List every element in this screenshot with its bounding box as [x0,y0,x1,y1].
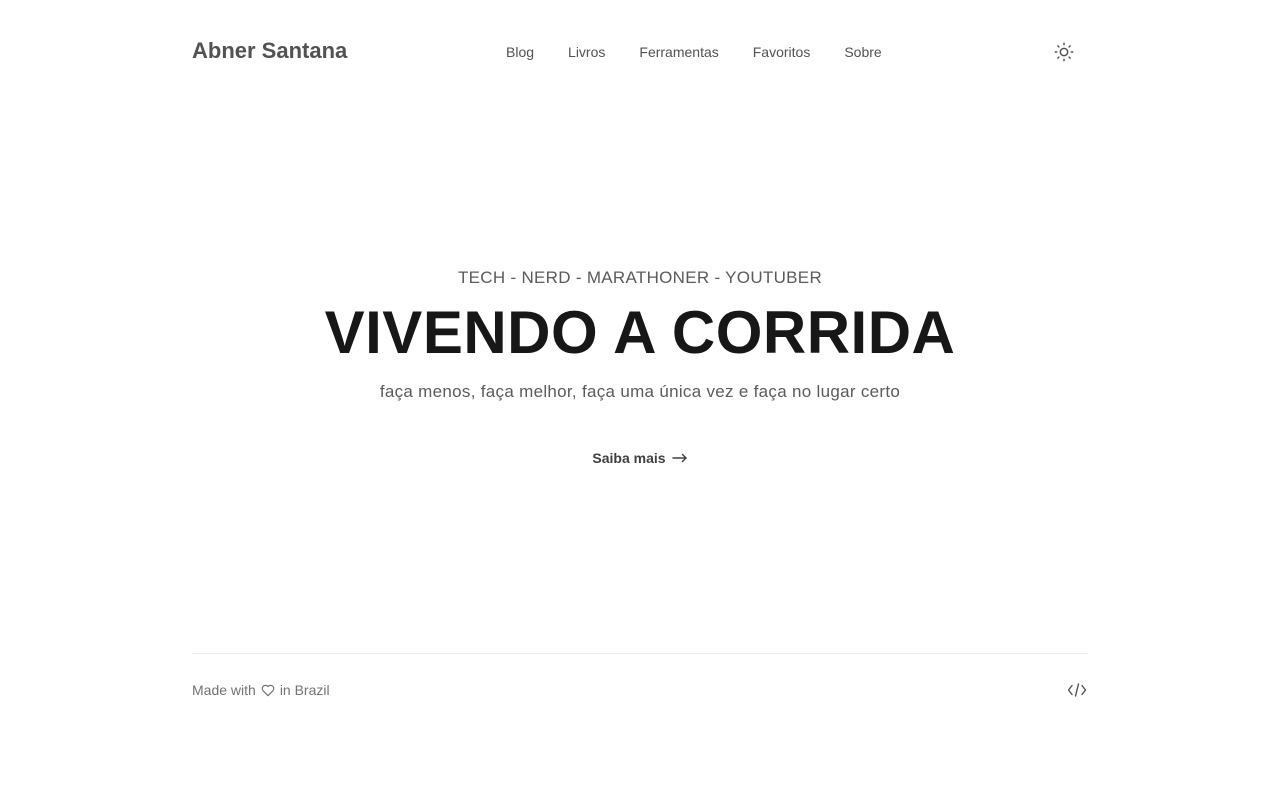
cta-container: Saiba mais [0,448,1280,468]
sun-icon [1054,42,1074,62]
nav-item-livros[interactable]: Livros [568,42,605,62]
nav-item-favoritos[interactable]: Favoritos [753,42,811,62]
page: Abner Santana Blog Livros Ferramentas Fa… [0,0,1280,800]
saiba-mais-label: Saiba mais [592,450,666,466]
main-nav: Blog Livros Ferramentas Favoritos Sobre [506,42,882,62]
footer-divider [192,653,1088,654]
hero-tagline: TECH - NERD - MARATHONER - YOUTUBER [457,268,823,287]
site-title-link[interactable]: Abner Santana [192,36,347,66]
hero-subtitle: faça menos, faça melhor, faça uma única … [379,382,901,401]
heart-icon [261,684,275,697]
nav-item-ferramentas[interactable]: Ferramentas [639,42,718,62]
theme-toggle-button[interactable] [1052,40,1076,64]
hero-title: VIVENDO A CORRIDA [324,299,956,366]
made-with-text: Made with [192,682,256,698]
source-code-link[interactable] [1066,680,1088,700]
arrow-right-icon [671,453,687,463]
code-icon [1067,683,1087,697]
saiba-mais-link[interactable]: Saiba mais [592,448,687,468]
footer-credit: Made with in Brazil [192,680,330,700]
nav-item-sobre[interactable]: Sobre [844,42,881,62]
nav-item-blog[interactable]: Blog [506,42,534,62]
location-text: in Brazil [279,682,330,698]
